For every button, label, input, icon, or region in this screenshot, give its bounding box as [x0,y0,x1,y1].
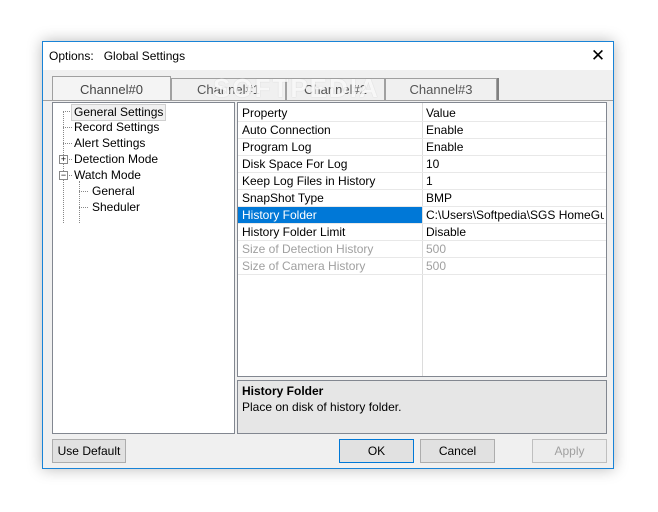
grid-header-row: Property Value [238,105,606,122]
property-grid[interactable]: Property Value Auto Connection Enable Pr… [237,102,607,377]
property-value[interactable]: 1 [426,173,604,189]
table-row[interactable]: Program Log Enable [238,139,606,156]
property-value[interactable]: Enable [426,139,604,155]
description-title: History Folder [242,384,324,398]
use-default-button[interactable]: Use Default [52,439,126,463]
tree-connector [79,207,88,208]
table-row[interactable]: Auto Connection Enable [238,122,606,139]
table-row[interactable]: Disk Space For Log 10 [238,156,606,173]
tab-content-border [43,100,613,101]
tab-strip-edge [497,78,499,101]
apply-button[interactable]: Apply [532,439,607,463]
close-icon[interactable]: ✕ [587,45,609,67]
property-value[interactable]: BMP [426,190,604,206]
property-value: 500 [426,259,447,273]
property-name: Size of Camera History [242,259,366,273]
ok-button[interactable]: OK [339,439,414,463]
window-title: Options: Global Settings [49,49,186,63]
property-value[interactable]: 10 [426,156,604,172]
grid-header-value: Value [426,106,456,120]
tab-channel-2[interactable]: Channel#2 [286,78,385,101]
property-value: 500 [426,242,447,256]
property-value[interactable]: C:\Users\Softpedia\SGS HomeGuar... [426,207,604,223]
tree-item-general[interactable]: General [92,184,135,199]
tab-channel-1[interactable]: Channel#1 [171,78,286,101]
tree-item-watch-mode[interactable]: Watch Mode [74,168,141,183]
cancel-button[interactable]: Cancel [420,439,495,463]
options-dialog: Options: Global Settings ✕ Channel#0 Cha… [42,41,614,469]
table-row-selected[interactable]: History Folder C:\Users\Softpedia\SGS Ho… [238,207,606,224]
description-text: Place on disk of history folder. [242,400,402,414]
property-description-panel: History Folder Place on disk of history … [237,380,607,434]
grid-header-property: Property [242,106,288,120]
expand-plus-icon[interactable]: + [59,155,68,164]
settings-tree[interactable]: General Settings Record Settings Alert S… [52,102,235,434]
property-value[interactable]: Enable [426,122,604,138]
property-name: Program Log [242,140,312,154]
tree-item-sheduler[interactable]: Sheduler [92,200,140,215]
collapse-minus-icon[interactable]: − [59,171,68,180]
tab-channel-0[interactable]: Channel#0 [52,76,171,101]
property-name: Disk Space For Log [242,157,348,171]
tree-connector [79,181,80,223]
property-name: Auto Connection [242,123,331,137]
property-name: SnapShot Type [242,191,324,205]
property-name: History Folder [238,207,422,223]
tree-connector [63,127,72,128]
table-row[interactable]: SnapShot Type BMP [238,190,606,207]
tree-connector [63,143,72,144]
tree-item-general-settings[interactable]: General Settings [71,104,167,121]
property-name: Keep Log Files in History [242,174,376,188]
table-row-disabled: Size of Camera History 500 [238,258,606,275]
property-name: History Folder Limit [242,225,346,239]
property-name: Size of Detection History [242,242,374,256]
tree-item-detection-mode[interactable]: Detection Mode [74,152,158,167]
table-row-disabled: Size of Detection History 500 [238,241,606,258]
tab-channel-3[interactable]: Channel#3 [385,78,497,101]
property-value[interactable]: Disable [426,224,604,240]
tree-connector [79,191,88,192]
table-row[interactable]: Keep Log Files in History 1 [238,173,606,190]
table-row[interactable]: History Folder Limit Disable [238,224,606,241]
title-bar[interactable]: Options: Global Settings ✕ [43,42,613,70]
tree-item-alert-settings[interactable]: Alert Settings [74,136,145,151]
tree-item-record-settings[interactable]: Record Settings [74,120,159,135]
